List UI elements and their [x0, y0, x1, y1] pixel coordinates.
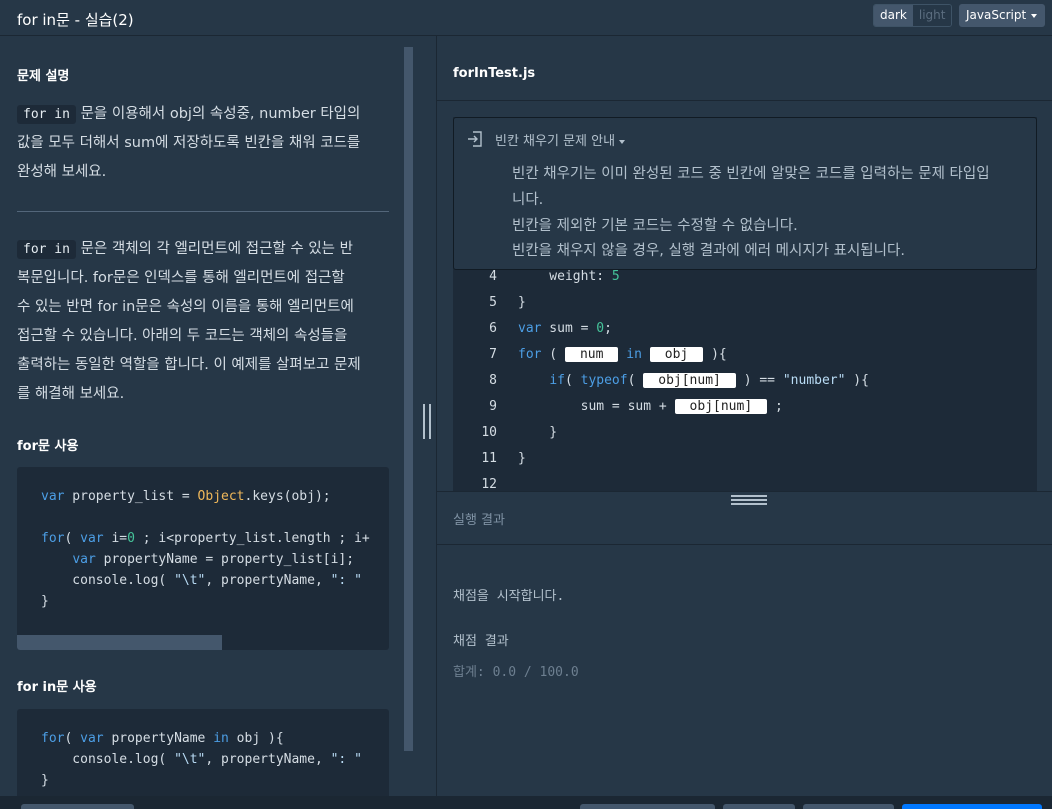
- code-line: var sum = 0;: [518, 321, 612, 336]
- text-line: 수 있는 반면 for in문은 속성의 이름을 통해 엘리먼트에: [17, 299, 354, 315]
- code-line: }: [518, 295, 526, 310]
- code-line: console.log( "\t", propertyName, ": ": [41, 752, 362, 767]
- blank-input-2[interactable]: obj: [649, 347, 704, 362]
- header: for in문 - 실습(2) dark light JavaScript: [0, 0, 1052, 36]
- line-number: 7: [489, 347, 497, 362]
- problem-title: 문제 설명: [17, 69, 70, 84]
- chevron-down-icon: [1031, 13, 1038, 18]
- theme-toggle: dark light: [873, 4, 953, 27]
- result-label: 실행 결과: [453, 513, 505, 528]
- text-line: 접근할 수 있습니다. 아래의 두 코드는 객체의 속성들을: [17, 328, 348, 344]
- vertical-scrollbar[interactable]: [404, 47, 413, 751]
- result-heading: 채점 결과: [453, 634, 509, 649]
- code-line: for( var propertyName in obj ){: [41, 731, 284, 746]
- problem-explanation: for in 문은 객체의 각 엘리먼트에 접근할 수 있는 반 복문입니다. …: [17, 235, 389, 409]
- language-label: JavaScript: [966, 8, 1027, 22]
- theme-dark-button[interactable]: dark: [874, 5, 913, 26]
- inline-code: for in: [17, 105, 76, 124]
- text-line: 값을 모두 더해서 sum에 저장하도록 빈칸을 채워 코드를: [17, 135, 361, 151]
- submit-button[interactable]: [902, 804, 1042, 809]
- guide-line: 빈칸을 채우지 않을 경우, 실행 결과에 에러 메시지가 표시됩니다.: [512, 243, 905, 259]
- line-number: 8: [489, 373, 497, 388]
- result-resize-handle[interactable]: [731, 495, 767, 505]
- language-dropdown[interactable]: JavaScript: [959, 4, 1045, 27]
- problem-description: for in 문을 이용해서 obj의 속성중, number 타입의 값을 모…: [17, 100, 389, 187]
- result-start-text: 채점을 시작합니다.: [453, 589, 565, 604]
- footer-button[interactable]: [580, 804, 715, 809]
- theme-light-button[interactable]: light: [912, 5, 952, 26]
- chevron-down-icon: [619, 139, 626, 144]
- file-separator: [437, 100, 1052, 101]
- code-line: sum = sum + obj[num] ;: [518, 399, 783, 414]
- code-editor: 4 weight: 5 5 } 6 var sum = 0; 7 for ( n…: [453, 117, 1037, 491]
- guide-line: 빈칸을 제외한 기본 코드는 수정할 수 없습니다.: [512, 218, 798, 234]
- code-line: for( var i=0 ; i<property_list.length ; …: [41, 531, 370, 546]
- code-line: }: [41, 773, 49, 788]
- code-line: weight: 5: [518, 269, 620, 284]
- result-header: 실행 결과: [437, 491, 1052, 545]
- fill-in-guide: 빈칸 채우기 문제 안내 빈칸 채우기는 이미 완성된 코드 중 빈칸에 알맞은…: [453, 117, 1037, 270]
- blank-input-4[interactable]: obj[num]: [674, 399, 768, 414]
- line-number: 10: [481, 425, 497, 440]
- footer-button[interactable]: [21, 804, 134, 809]
- result-output: 채점을 시작합니다. 채점 결과 합계: 0.0 / 100.0: [437, 546, 1052, 796]
- guide-title: 빈칸 채우기 문제 안내: [495, 134, 616, 149]
- footer-button[interactable]: [803, 804, 894, 809]
- line-number: 5: [489, 295, 497, 310]
- code-line: if( typeof( obj[num] ) == "number" ){: [549, 373, 869, 388]
- code-line: }: [518, 451, 526, 466]
- text-line: 문을 이용해서 obj의 속성중, number 타입의: [80, 106, 361, 122]
- line-number: 12: [481, 477, 497, 491]
- horizontal-scrollbar[interactable]: [17, 635, 222, 650]
- forin-code-block: for( var propertyName in obj ){ console.…: [17, 709, 389, 799]
- section-divider: [17, 211, 389, 212]
- code-line: for ( num in obj ){: [518, 347, 727, 362]
- guide-toggle[interactable]: 빈칸 채우기 문제 안내: [495, 130, 626, 149]
- text-line: 를 해결해 보세요.: [17, 386, 125, 402]
- text-line: 완성해 보세요.: [17, 164, 107, 180]
- result-total: 합계: 0.0 / 100.0: [453, 665, 579, 680]
- code-line: }: [41, 594, 49, 609]
- guide-line: 니다.: [512, 192, 544, 208]
- line-number: 6: [489, 321, 497, 336]
- page-title: for in문 - 실습(2): [17, 11, 134, 29]
- panel-resize-handle[interactable]: [421, 404, 433, 439]
- text-line: 복문입니다. for문은 인덱스를 통해 엘리먼트에 접근할: [17, 270, 345, 286]
- for-code-block: var property_list = Object.keys(obj); fo…: [17, 467, 389, 650]
- forin-section-title: for in문 사용: [17, 680, 97, 695]
- for-section-title: for문 사용: [17, 439, 79, 454]
- guide-line: 빈칸 채우기는 이미 완성된 코드 중 빈칸에 알맞은 코드를 입력하는 문제 …: [512, 166, 990, 182]
- line-number: 4: [489, 269, 497, 284]
- code-line: var propertyName = property_list[i];: [72, 552, 355, 567]
- text-line: 문은 객체의 각 엘리먼트에 접근할 수 있는 반: [80, 241, 353, 257]
- footer-bar: [0, 796, 1052, 809]
- line-number: 11: [481, 451, 497, 466]
- text-line: 출력하는 동일한 역할을 합니다. 이 예제를 살펴보고 문제: [17, 357, 361, 373]
- code-line: console.log( "\t", propertyName, ": ": [41, 573, 362, 588]
- line-number: 9: [489, 399, 497, 414]
- code-line: var property_list = Object.keys(obj);: [41, 489, 331, 504]
- login-icon: [468, 131, 482, 147]
- inline-code: for in: [17, 240, 76, 259]
- file-name: forInTest.js: [453, 66, 536, 81]
- footer-button[interactable]: [723, 804, 795, 809]
- blank-input-3[interactable]: obj[num]: [643, 373, 736, 388]
- code-line: }: [518, 425, 558, 440]
- problem-panel: 문제 설명 for in 문을 이용해서 obj의 속성중, number 타입…: [0, 47, 404, 799]
- blank-input-1[interactable]: num: [564, 347, 619, 362]
